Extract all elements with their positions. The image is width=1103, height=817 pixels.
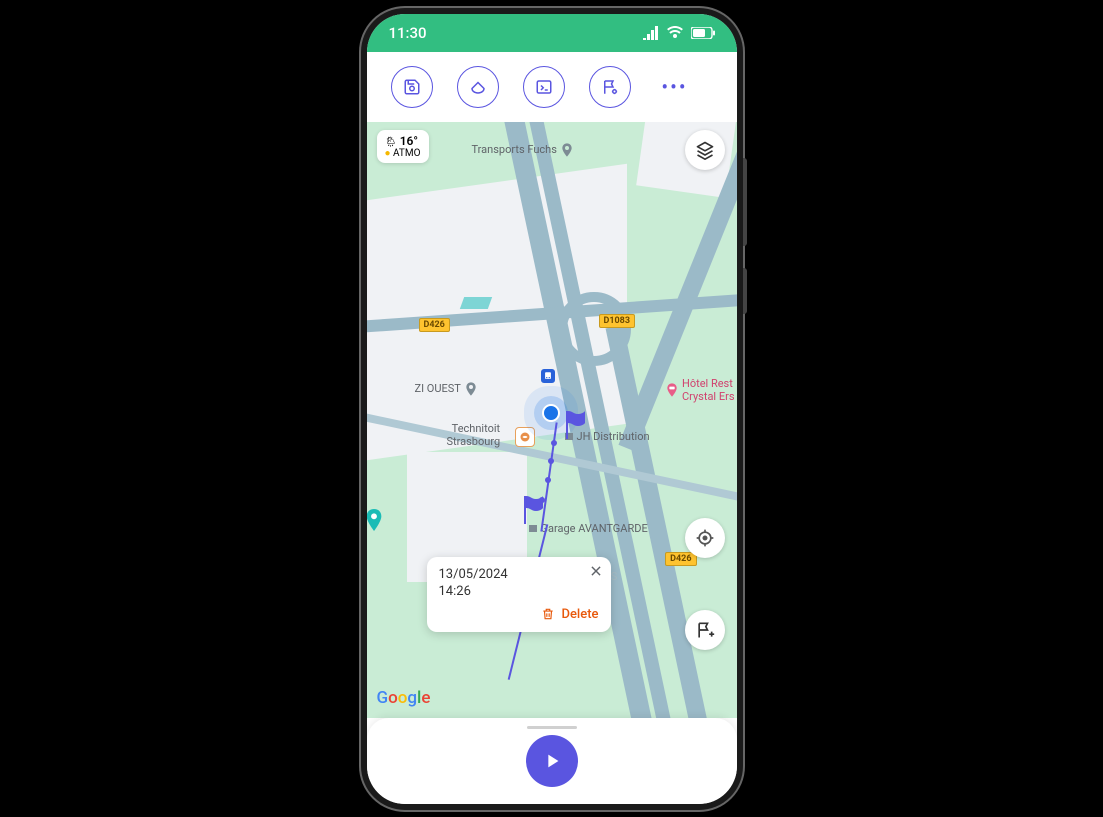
weather-temp: 🌦 16°: [385, 134, 421, 148]
poi-transports-fuchs: Transports Fuchs: [472, 140, 575, 160]
status-bar: 11:30: [367, 14, 737, 52]
weather-source: ● ATMO: [385, 148, 421, 159]
poi-zi-ouest: ZI OUEST: [415, 379, 479, 399]
status-icons: [643, 26, 715, 40]
drag-handle[interactable]: [527, 726, 577, 729]
add-flag-button[interactable]: [685, 610, 725, 650]
popup-datetime: 13/05/2024 14:26: [439, 567, 599, 601]
more-icon: •••: [661, 75, 687, 99]
bottom-bar: [367, 718, 737, 804]
popup-delete-button[interactable]: Delete: [439, 607, 599, 622]
building-icon: [527, 522, 539, 534]
flag-settings-icon: [601, 78, 619, 96]
hotel-pin-icon: [664, 380, 680, 400]
weather-widget[interactable]: 🌦 16° ● ATMO: [377, 130, 429, 163]
save-button[interactable]: [391, 66, 433, 108]
flag-plus-icon: [695, 620, 715, 640]
battery-icon: [691, 27, 715, 39]
google-attribution: Google: [377, 688, 431, 708]
share-icon: [469, 78, 487, 96]
locate-icon: [695, 528, 715, 548]
flag-settings-button[interactable]: [589, 66, 631, 108]
save-icon: [403, 78, 421, 96]
route-badge-d1083: D1083: [599, 314, 636, 328]
flag-marker-2[interactable]: [520, 494, 546, 524]
share-button[interactable]: [457, 66, 499, 108]
route-badge-d426: D426: [419, 318, 450, 332]
map[interactable]: D426 D426 D1083 Transports Fuchs ZI OUES…: [367, 122, 737, 718]
poi-technitoit: Technitoit Strasbourg: [447, 422, 501, 448]
toolbar: •••: [367, 52, 737, 122]
terminal-button[interactable]: [523, 66, 565, 108]
marker-popup: 13/05/2024 14:26 Delete: [427, 557, 611, 632]
layers-icon: [695, 140, 715, 160]
current-location: [542, 404, 560, 422]
status-time: 11:30: [389, 24, 427, 42]
close-icon: [589, 564, 603, 578]
more-button[interactable]: •••: [655, 67, 695, 107]
play-icon: [541, 750, 563, 772]
transit-stop-icon: [541, 369, 555, 383]
pin-icon: [559, 140, 575, 160]
trash-icon: [541, 607, 555, 621]
popup-close-button[interactable]: [589, 563, 603, 582]
locate-button[interactable]: [685, 518, 725, 558]
terminal-icon: [535, 78, 553, 96]
flag-marker-1[interactable]: [562, 409, 588, 439]
wifi-icon: [667, 26, 683, 40]
poi-hotel: Hôtel Rest Crystal Ers: [664, 377, 735, 403]
teal-pin-icon: [367, 509, 383, 531]
pin-icon: [463, 379, 479, 399]
signal-icon: [643, 26, 659, 40]
technitoit-marker: [515, 427, 535, 447]
layers-button[interactable]: [685, 130, 725, 170]
play-button[interactable]: [526, 735, 578, 787]
